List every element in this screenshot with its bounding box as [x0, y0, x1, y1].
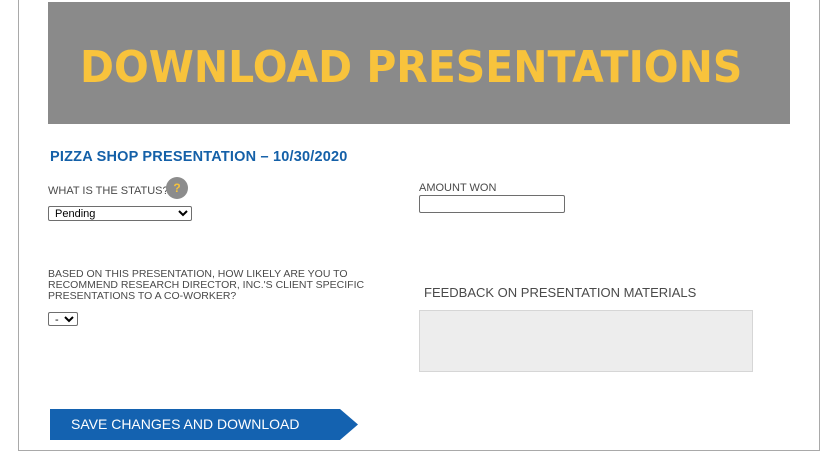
- recommend-question-line-3: PRESENTATIONS TO A CO-WORKER?: [48, 290, 237, 302]
- banner-title: DOWNLOAD PRESENTATIONS: [80, 42, 743, 93]
- help-icon[interactable]: ?: [166, 177, 188, 199]
- recommend-question-label: BASED ON THIS PRESENTATION, HOW LIKELY A…: [48, 269, 378, 302]
- amount-won-input[interactable]: [419, 195, 565, 213]
- page-banner: DOWNLOAD PRESENTATIONS: [48, 2, 790, 124]
- amount-won-label: AMOUNT WON: [419, 182, 497, 194]
- feedback-textarea[interactable]: [419, 310, 753, 372]
- status-label: WHAT IS THE STATUS?: [48, 185, 169, 197]
- status-select[interactable]: Pending: [48, 206, 192, 221]
- recommend-likelihood-select[interactable]: -: [48, 312, 78, 326]
- presentation-title: PIZZA SHOP PRESENTATION – 10/30/2020: [50, 149, 348, 165]
- feedback-label: FEEDBACK ON PRESENTATION MATERIALS: [424, 285, 697, 300]
- save-and-download-button[interactable]: SAVE CHANGES AND DOWNLOAD: [50, 409, 358, 440]
